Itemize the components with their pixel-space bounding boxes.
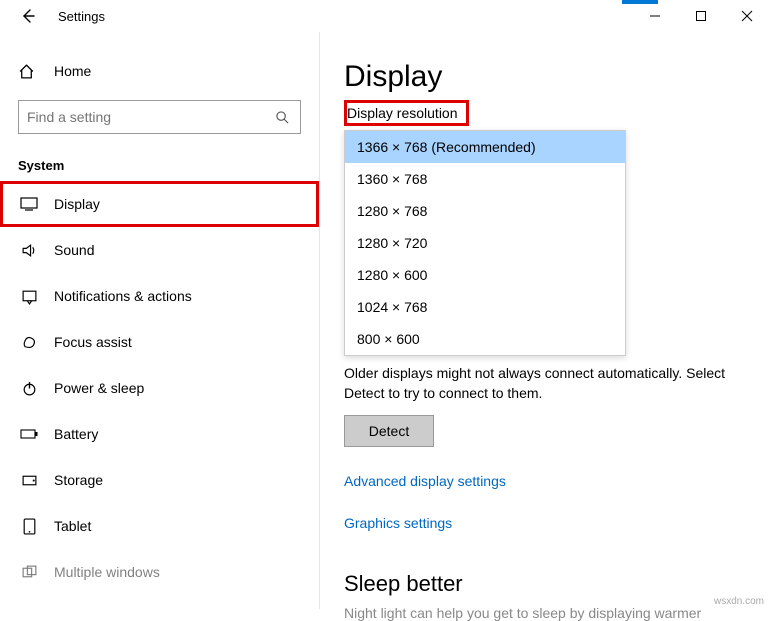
detect-button[interactable]: Detect	[344, 415, 434, 447]
home-icon	[18, 63, 40, 80]
sidebar-item-power[interactable]: Power & sleep	[0, 365, 319, 411]
sidebar-item-label: Notifications & actions	[54, 288, 192, 304]
sidebar-item-label: Tablet	[54, 518, 91, 534]
resolution-option[interactable]: 1280 × 768	[345, 195, 625, 227]
sidebar-item-label: Storage	[54, 472, 103, 488]
sidebar-item-notifications[interactable]: Notifications & actions	[0, 273, 319, 319]
sidebar-item-label: Power & sleep	[54, 380, 144, 396]
tablet-icon	[18, 518, 40, 535]
sidebar-item-sound[interactable]: Sound	[0, 227, 319, 273]
sleep-better-text: Night light can help you get to sleep by…	[344, 605, 746, 621]
resolution-dropdown[interactable]: 1366 × 768 (Recommended) 1360 × 768 1280…	[344, 130, 626, 356]
battery-icon	[18, 428, 40, 440]
resolution-option[interactable]: 1280 × 720	[345, 227, 625, 259]
sound-icon	[18, 242, 40, 259]
resolution-label: Display resolution	[344, 100, 469, 126]
sidebar-item-label: Multiple windows	[54, 564, 160, 580]
sidebar-item-label: Display	[54, 196, 100, 212]
resolution-option[interactable]: 1280 × 600	[345, 259, 625, 291]
sidebar-item-storage[interactable]: Storage	[0, 457, 319, 503]
app-title: Settings	[58, 9, 105, 24]
maximize-button[interactable]	[678, 0, 724, 32]
detect-help-text: Older displays might not always connect …	[344, 364, 744, 403]
group-system: System	[18, 158, 301, 173]
back-button[interactable]	[12, 0, 44, 32]
display-icon	[18, 197, 40, 211]
resolution-option[interactable]: 800 × 600	[345, 323, 625, 355]
search-box[interactable]	[18, 100, 301, 134]
notifications-icon	[18, 288, 40, 305]
sidebar-item-label: Battery	[54, 426, 98, 442]
search-icon	[272, 110, 292, 125]
sidebar-item-label: Sound	[54, 242, 94, 258]
resolution-option[interactable]: 1360 × 768	[345, 163, 625, 195]
focus-icon	[18, 334, 40, 351]
watermark: wsxdn.com	[714, 596, 764, 607]
advanced-display-link[interactable]: Advanced display settings	[344, 473, 746, 489]
page-title: Display	[344, 60, 746, 94]
sidebar-item-label: Focus assist	[54, 334, 132, 350]
sidebar-item-battery[interactable]: Battery	[0, 411, 319, 457]
close-button[interactable]	[724, 0, 770, 32]
search-input[interactable]	[27, 109, 272, 125]
sidebar-item-multiple[interactable]: Multiple windows	[0, 549, 319, 595]
graphics-settings-link[interactable]: Graphics settings	[344, 515, 746, 531]
content: Display Display resolution 1366 × 768 (R…	[320, 32, 770, 609]
home-nav[interactable]: Home	[0, 52, 319, 90]
sleep-better-title: Sleep better	[344, 571, 746, 597]
sidebar-item-tablet[interactable]: Tablet	[0, 503, 319, 549]
storage-icon	[18, 472, 40, 489]
power-icon	[18, 380, 40, 397]
windows-icon	[18, 564, 40, 581]
resolution-option[interactable]: 1024 × 768	[345, 291, 625, 323]
sidebar: Home System Display Sound Notifications …	[0, 32, 320, 609]
sidebar-item-display[interactable]: Display	[0, 181, 319, 227]
home-label: Home	[54, 63, 91, 79]
resolution-option[interactable]: 1366 × 768 (Recommended)	[345, 131, 625, 163]
sidebar-item-focus[interactable]: Focus assist	[0, 319, 319, 365]
minimize-button[interactable]	[632, 0, 678, 32]
